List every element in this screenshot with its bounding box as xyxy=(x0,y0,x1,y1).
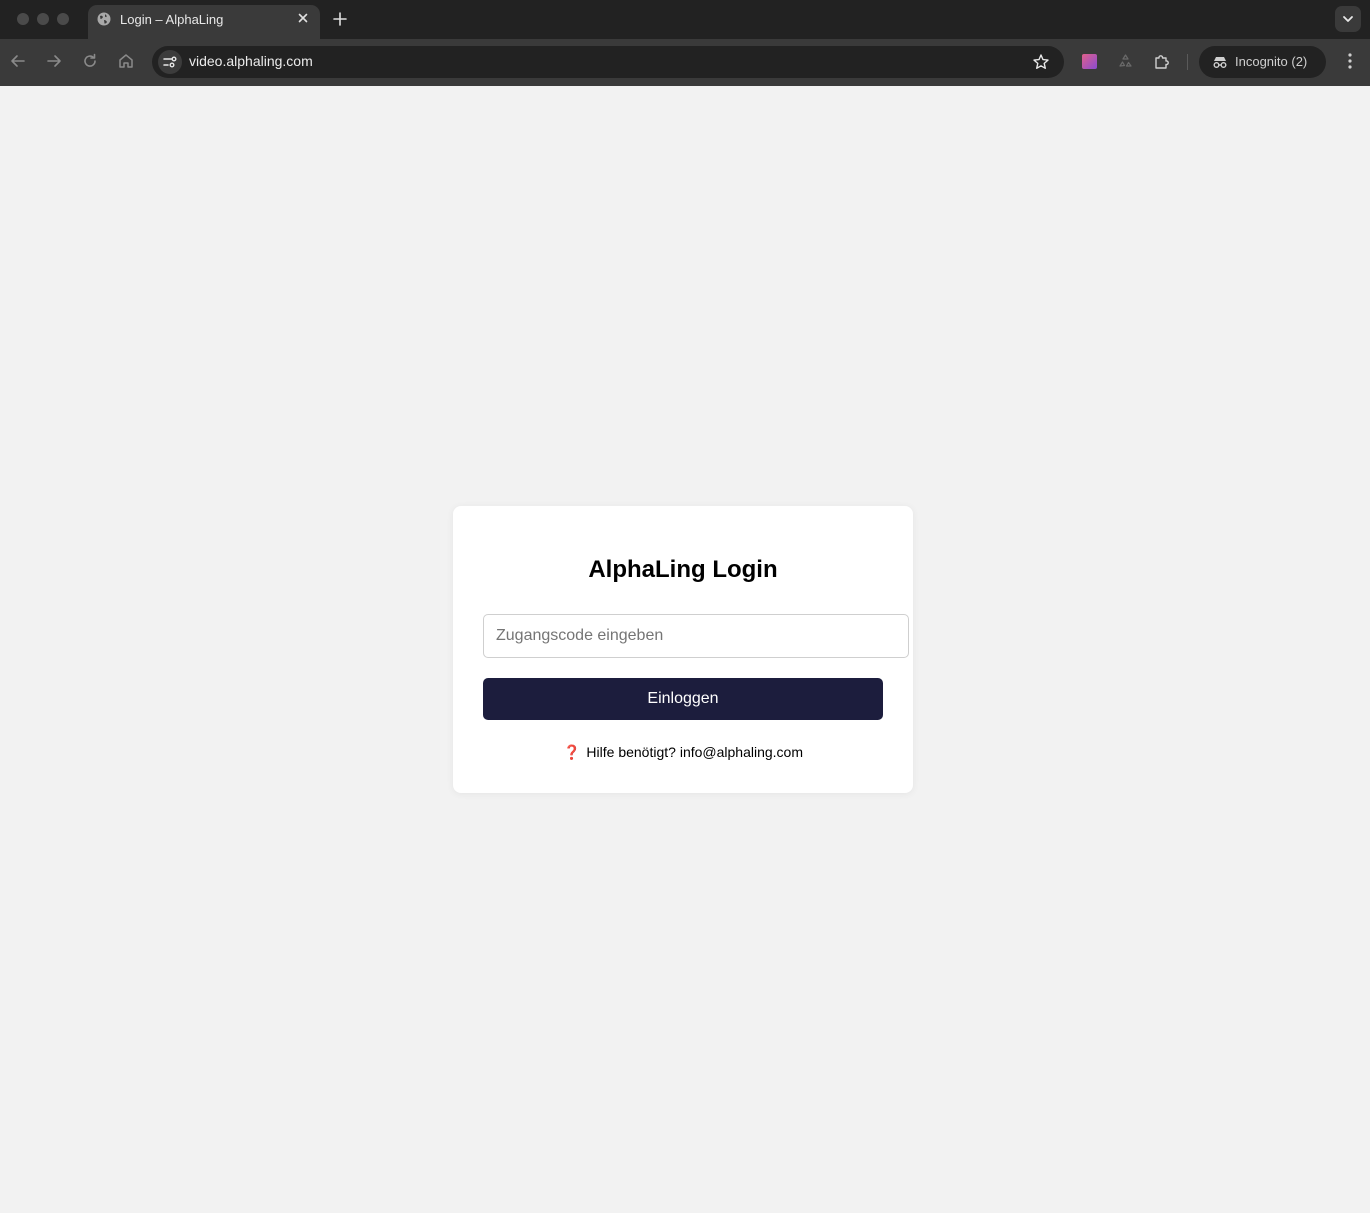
incognito-label: Incognito (2) xyxy=(1235,54,1308,69)
new-tab-plus-icon[interactable] xyxy=(331,10,349,28)
incognito-profile-button[interactable]: Incognito (2) xyxy=(1199,46,1326,78)
window-zoom-button[interactable] xyxy=(57,13,69,25)
tab-search-button[interactable] xyxy=(1335,6,1361,32)
url-text[interactable]: video.alphaling.com xyxy=(189,53,313,69)
bookmark-star-icon[interactable] xyxy=(1032,53,1050,71)
more-menu-icon[interactable] xyxy=(1342,52,1358,70)
reload-icon[interactable] xyxy=(81,52,99,70)
puzzle-extensions-icon[interactable] xyxy=(1153,53,1170,70)
site-settings-icon[interactable] xyxy=(158,50,182,74)
window-close-button[interactable] xyxy=(17,13,29,25)
forward-arrow-icon[interactable] xyxy=(45,52,63,70)
access-code-input[interactable] xyxy=(483,614,909,658)
help-line: ❓ Hilfe benötigt? info@alphaling.com xyxy=(453,744,913,761)
home-icon[interactable] xyxy=(117,52,135,70)
browser-chrome: Login – AlphaLing video.alphaling.com In… xyxy=(0,0,1370,86)
extension-gradient-icon[interactable] xyxy=(1081,53,1098,70)
toolbar-separator xyxy=(1187,54,1188,70)
close-tab-icon[interactable] xyxy=(295,10,311,26)
back-arrow-icon[interactable] xyxy=(9,52,27,70)
globe-icon xyxy=(97,12,111,26)
chevron-down-icon xyxy=(1343,16,1353,22)
help-text: Hilfe benötigt? xyxy=(586,744,676,760)
help-email-link[interactable]: info@alphaling.com xyxy=(680,744,803,760)
recycle-extension-icon[interactable] xyxy=(1117,53,1134,70)
incognito-icon xyxy=(1213,57,1227,68)
tab-strip: Login – AlphaLing xyxy=(0,0,1370,39)
active-tab[interactable]: Login – AlphaLing xyxy=(88,5,320,39)
login-card: AlphaLing Login Einloggen ❓ Hilfe benötig… xyxy=(453,506,913,793)
address-bar[interactable]: video.alphaling.com xyxy=(152,46,1064,78)
login-button[interactable]: Einloggen xyxy=(483,678,883,720)
question-mark-icon: ❓ xyxy=(562,744,581,760)
login-title: AlphaLing Login xyxy=(588,556,778,583)
window-minimize-button[interactable] xyxy=(37,13,49,25)
tab-title: Login – AlphaLing xyxy=(120,12,224,27)
